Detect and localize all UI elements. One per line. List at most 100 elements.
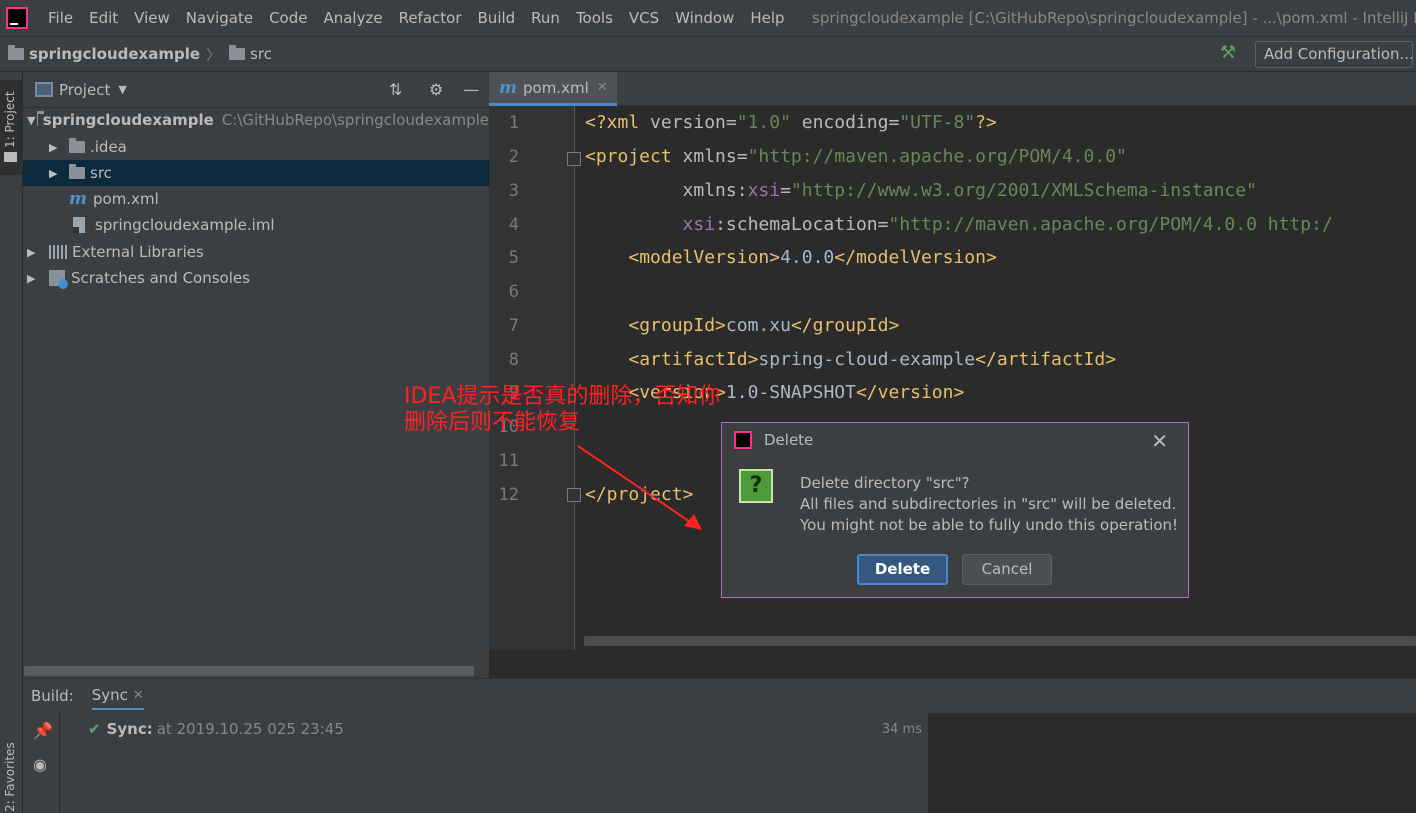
tree-item-pom[interactable]: m pom.xml (23, 186, 489, 212)
tree-item-iml[interactable]: springcloudexample.iml (23, 212, 489, 238)
maven-file-icon: m (499, 77, 517, 98)
line-number: 4 (508, 215, 519, 235)
line-number: 12 (498, 485, 519, 505)
collapse-all-icon[interactable]: ⇅ (389, 80, 402, 99)
annotation-arrow-icon (577, 445, 702, 530)
tree-item-idea[interactable]: ▶ .idea (23, 134, 489, 160)
code-line: xmlns:xsi="http://www.w3.org/2001/XMLSch… (682, 180, 1257, 201)
collapsed-arrow-icon[interactable]: ▶ (27, 246, 41, 259)
line-number: 3 (508, 181, 519, 201)
collapsed-arrow-icon[interactable]: ▶ (49, 167, 63, 180)
menu-file[interactable]: File (48, 9, 73, 27)
dialog-title-bar: Delete (734, 431, 813, 449)
menu-tools[interactable]: Tools (576, 9, 613, 27)
editor-horizontal-scrollbar[interactable] (584, 636, 1416, 646)
breadcrumb-separator-icon: 〉 (206, 45, 222, 64)
code-line: <groupId>com.xu</groupId> (628, 315, 900, 336)
expanded-arrow-icon[interactable]: ▼ (27, 114, 35, 127)
module-file-icon (73, 217, 85, 233)
code-line: <?xml version="1.0" encoding="UTF-8"?> (585, 112, 997, 133)
favorites-tool-label[interactable]: 2: Favorites (3, 742, 17, 812)
tree-item-root[interactable]: ▼ springcloudexample C:\GitHubRepo\sprin… (23, 107, 489, 133)
breadcrumb-project[interactable]: springcloudexample 〉 (8, 44, 221, 65)
sync-status-row[interactable]: ✔ Sync: at 2019.10.25 025 23:45 (88, 720, 344, 738)
sync-duration: 34 ms (881, 722, 922, 737)
intellij-logo-icon (6, 7, 28, 29)
fold-marker-icon[interactable] (567, 152, 581, 166)
collapsed-arrow-icon[interactable]: ▶ (49, 141, 63, 154)
checkmark-icon: ✔ (88, 720, 101, 738)
folder-icon (229, 45, 246, 60)
close-icon[interactable]: ✕ (1151, 429, 1168, 453)
tree-item-src[interactable]: ▶ src (23, 160, 489, 186)
build-output-tree: ✔ Sync: at 2019.10.25 025 23:45 34 ms (61, 713, 928, 813)
menu-bar: File Edit View Navigate Code Analyze Ref… (0, 0, 1416, 36)
menu-help[interactable]: Help (750, 9, 784, 27)
close-icon[interactable]: ✕ (133, 688, 144, 703)
project-panel: Project ▼ ⇅ ⚙ — ▼ springcloudexample C:\… (23, 72, 489, 678)
gear-icon[interactable]: ⚙ (429, 80, 443, 99)
tree-item-scratches[interactable]: ▶ Scratches and Consoles (23, 265, 489, 291)
intellij-logo-icon (734, 431, 752, 449)
menu-navigate[interactable]: Navigate (186, 9, 253, 27)
eye-icon[interactable]: ◉ (33, 755, 47, 774)
editor-gutter: 1 2 3 4 5 6 7 8 9 10 11 12 (489, 106, 581, 650)
pin-icon[interactable]: 📌 (33, 721, 53, 740)
scratches-icon (49, 270, 68, 289)
tree-item-external-libraries[interactable]: ▶ External Libraries (23, 239, 489, 265)
code-line: <artifactId>spring-cloud-example</artifa… (628, 349, 1117, 370)
add-configuration-button[interactable]: Add Configuration... (1255, 41, 1413, 68)
horizontal-scrollbar[interactable] (24, 666, 474, 676)
maven-file-icon: m (69, 189, 87, 209)
menu-view[interactable]: View (134, 9, 170, 27)
folder-icon (4, 152, 17, 162)
menu-refactor[interactable]: Refactor (399, 9, 462, 27)
folder-icon (69, 138, 85, 153)
dialog-message: Delete directory "src"? All files and su… (800, 474, 1179, 534)
menu-vcs[interactable]: VCS (629, 9, 659, 27)
build-hammer-icon[interactable]: ⚒ (1220, 43, 1240, 63)
project-panel-header: Project ▼ ⇅ ⚙ — (23, 72, 489, 108)
left-tool-strip (0, 72, 23, 813)
build-console[interactable] (928, 713, 1416, 813)
chevron-down-icon[interactable]: ▼ (118, 83, 126, 96)
question-icon: ? (739, 469, 773, 503)
cancel-button[interactable]: Cancel (962, 554, 1052, 585)
line-number: 7 (508, 316, 519, 336)
hide-panel-icon[interactable]: — (463, 80, 479, 99)
project-view-icon (35, 82, 53, 97)
collapsed-arrow-icon[interactable]: ▶ (27, 272, 41, 285)
build-panel-header: Build: Sync ✕ (23, 679, 1416, 713)
menu-window[interactable]: Window (675, 9, 734, 27)
tab-sync[interactable]: Sync ✕ (91, 682, 144, 710)
tab-pom-xml[interactable]: m pom.xml ✕ (489, 72, 617, 106)
close-icon[interactable]: ✕ (597, 80, 608, 95)
project-tool-label[interactable]: 1: Project (3, 91, 17, 148)
delete-button[interactable]: Delete (857, 554, 948, 585)
editor-tab-bar: m pom.xml ✕ (489, 72, 1416, 106)
menu-edit[interactable]: Edit (89, 9, 118, 27)
line-number: 11 (498, 451, 519, 471)
line-number: 2 (508, 147, 519, 167)
folder-icon (69, 164, 85, 179)
delete-dialog: Delete ✕ ? Delete directory "src"? All f… (721, 422, 1189, 598)
breadcrumb-folder[interactable]: src (229, 45, 272, 63)
line-number: 8 (508, 350, 519, 370)
code-line: <modelVersion>4.0.0</modelVersion> (628, 247, 997, 268)
line-number: 5 (508, 248, 519, 268)
library-icon (49, 245, 67, 259)
menu-code[interactable]: Code (269, 9, 307, 27)
project-view-selector[interactable]: Project (59, 81, 110, 99)
folder-icon (8, 45, 24, 60)
code-line: <project xmlns="http://maven.apache.org/… (585, 146, 1127, 167)
menu-analyze[interactable]: Analyze (323, 9, 382, 27)
code-line: xsi:schemaLocation="http://maven.apache.… (682, 214, 1333, 235)
build-toolbar: 📌 ◉ (23, 713, 60, 813)
navigation-bar: springcloudexample 〉 src (0, 36, 1416, 72)
menu-build[interactable]: Build (478, 9, 516, 27)
build-panel: Build: Sync ✕ 📌 ◉ ✔ Sync: at 2019.10.25 … (23, 678, 1416, 813)
annotation-text: IDEA提示是否真的删除，否知你 删除后则不能恢复 (404, 384, 721, 435)
window-title: springcloudexample [C:\GitHubRepo\spring… (812, 9, 1416, 27)
menu-run[interactable]: Run (531, 9, 560, 27)
line-number: 6 (508, 282, 519, 302)
